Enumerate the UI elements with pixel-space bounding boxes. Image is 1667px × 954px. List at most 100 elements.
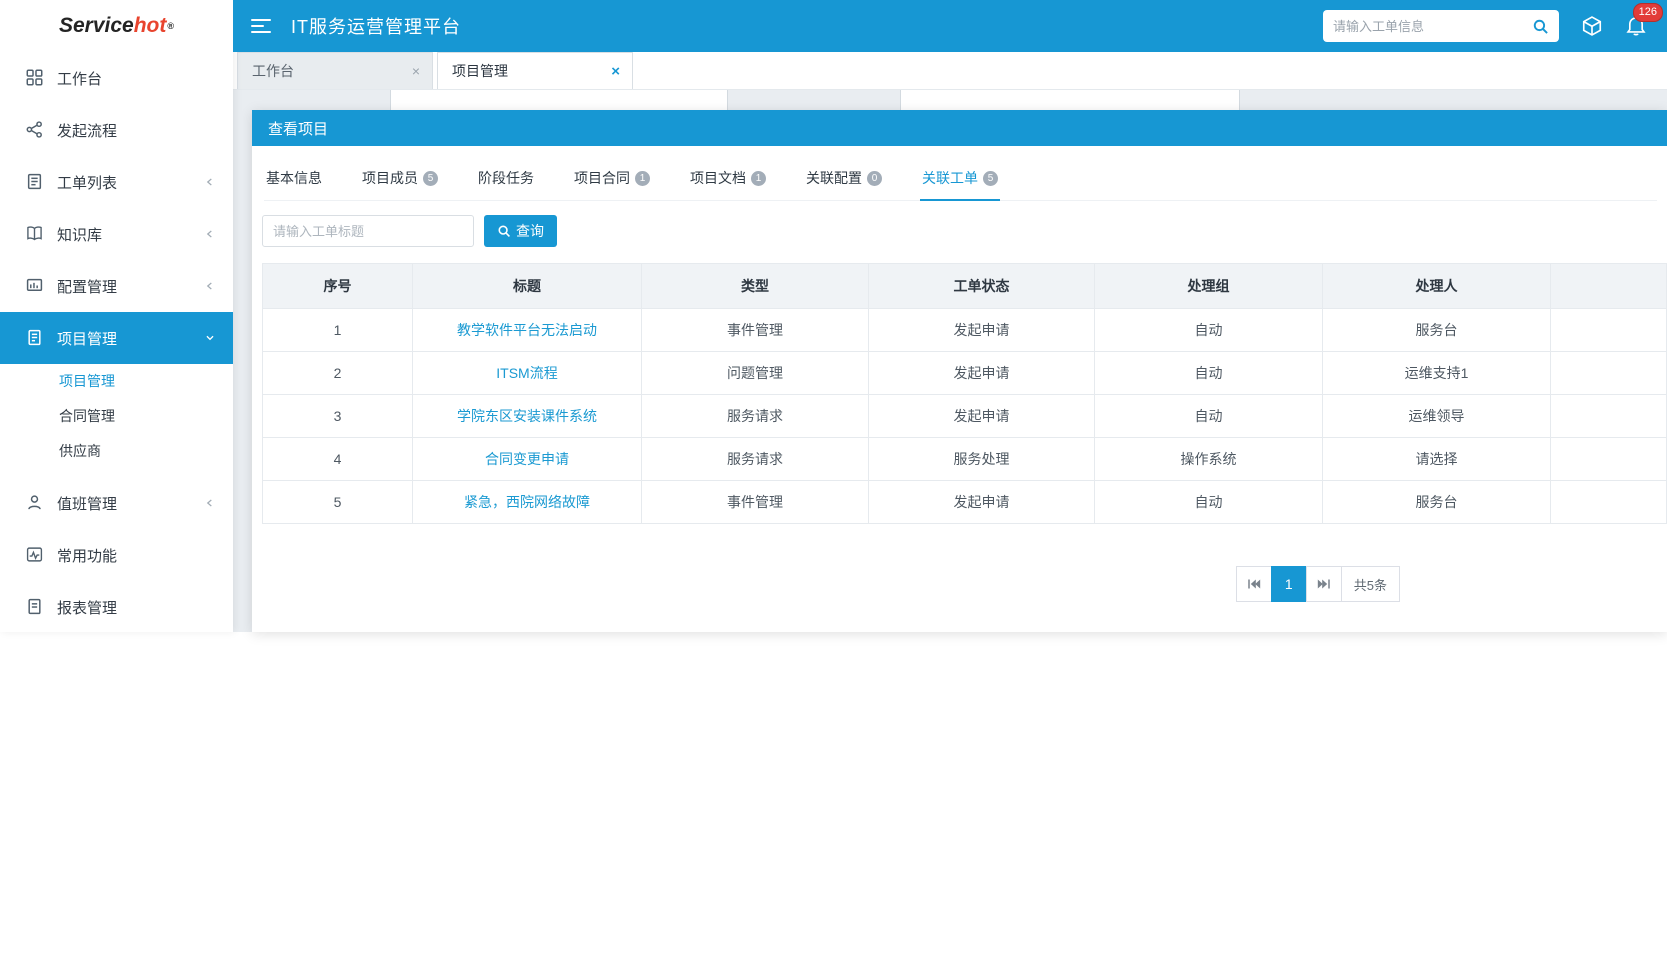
tab-related-tickets[interactable]: 关联工单 5	[920, 154, 1000, 201]
cell-cutoff	[1551, 309, 1667, 352]
brand-logo: Servicehot®	[0, 0, 233, 52]
query-button-label: 查询	[516, 221, 544, 241]
cell-cutoff	[1551, 438, 1667, 481]
cell-handler: 服务台	[1323, 309, 1551, 352]
sidebar-subitem-project-management[interactable]: 项目管理	[0, 364, 233, 399]
brand-reg: ®	[167, 21, 174, 31]
list-icon	[26, 173, 44, 191]
sidebar-item-label: 工作台	[57, 68, 102, 89]
count-badge: 0	[867, 171, 882, 186]
chevron-left-icon	[203, 175, 217, 189]
ticket-title-link[interactable]: ITSM流程	[413, 352, 642, 395]
header-search-input[interactable]	[1333, 19, 1532, 34]
cell-status: 发起申请	[869, 395, 1095, 438]
cell-handler: 请选择	[1323, 438, 1551, 481]
tab-workbench[interactable]: 工作台 ×	[237, 52, 433, 89]
sidebar-item-initiate-flow[interactable]: 发起流程	[0, 104, 233, 156]
close-icon[interactable]: ×	[611, 63, 620, 80]
column-header: 处理人	[1323, 264, 1551, 309]
pagination-total: 共5条	[1341, 566, 1400, 602]
header-actions: 126	[1323, 10, 1647, 42]
sidebar-item-config-management[interactable]: 配置管理	[0, 260, 233, 312]
page-number-1[interactable]: 1	[1271, 566, 1307, 602]
last-page-button[interactable]	[1306, 566, 1342, 602]
ticket-title-link[interactable]: 学院东区安装课件系统	[413, 395, 642, 438]
tab-project-contracts[interactable]: 项目合同 1	[572, 154, 652, 201]
column-header: 类型	[642, 264, 869, 309]
table-header-row: 序号 标题 类型 工单状态 处理组 处理人	[263, 264, 1667, 309]
cell-handler: 运维支持1	[1323, 352, 1551, 395]
pulse-icon	[26, 546, 44, 564]
user-icon	[26, 494, 44, 512]
book-icon	[26, 225, 44, 243]
brand-name-b: hot	[134, 14, 167, 38]
sidebar-item-label: 项目管理	[57, 328, 117, 349]
sidebar-item-ticket-list[interactable]: 工单列表	[0, 156, 233, 208]
sidebar-item-duty-management[interactable]: 值班管理	[0, 477, 233, 529]
sidebar-item-label: 发起流程	[57, 120, 117, 141]
sidebar-item-report-management[interactable]: 报表管理	[0, 581, 233, 633]
menu-toggle-icon[interactable]	[251, 18, 271, 34]
cell-status: 发起申请	[869, 352, 1095, 395]
cell-cutoff	[1551, 481, 1667, 524]
ticket-title-search-input[interactable]	[262, 215, 474, 247]
close-icon[interactable]: ×	[412, 63, 420, 79]
tab-bar: 工作台 × 项目管理 ×	[233, 52, 1667, 90]
app-window: IT服务运营管理平台 126	[0, 0, 1667, 954]
column-header: 序号	[263, 264, 413, 309]
column-header: 处理组	[1095, 264, 1323, 309]
cell-group: 自动	[1095, 481, 1323, 524]
cell-index: 2	[263, 352, 413, 395]
sidebar-item-project-management[interactable]: 项目管理	[0, 312, 233, 364]
tab-phase-tasks[interactable]: 阶段任务	[476, 154, 536, 201]
sidebar-item-label: 配置管理	[57, 276, 117, 297]
tab-project-documents[interactable]: 项目文档 1	[688, 154, 768, 201]
project-management-submenu: 项目管理 合同管理 供应商	[0, 364, 233, 477]
cell-handler: 运维领导	[1323, 395, 1551, 438]
tab-related-config[interactable]: 关联配置 0	[804, 154, 884, 201]
tab-project-members[interactable]: 项目成员 5	[360, 154, 440, 201]
sidebar-item-knowledge-base[interactable]: 知识库	[0, 208, 233, 260]
cell-status: 发起申请	[869, 309, 1095, 352]
cell-cutoff	[1551, 352, 1667, 395]
report-icon	[26, 598, 44, 616]
panel-tabs: 基本信息 项目成员 5 阶段任务 项目合同 1 项目文档 1	[264, 154, 1657, 201]
ticket-title-link[interactable]: 教学软件平台无法启动	[413, 309, 642, 352]
pagination: 1 共5条	[262, 566, 1400, 602]
table-row: 5 紧急，西院网络故障 事件管理 发起申请 自动 服务台	[263, 481, 1667, 524]
sidebar-item-label: 工单列表	[57, 172, 117, 193]
sidebar-item-label: 值班管理	[57, 493, 117, 514]
chart-icon	[26, 277, 44, 295]
related-tickets-table: 序号 标题 类型 工单状态 处理组 处理人 1 教学软件平台无法启动 事件管理	[262, 263, 1667, 524]
panel-tab-label: 关联配置	[806, 168, 862, 188]
app-cube-icon[interactable]	[1581, 15, 1603, 37]
cell-type: 服务请求	[642, 395, 869, 438]
ticket-search-row: 查询	[262, 215, 1667, 247]
panel-tab-label: 项目合同	[574, 168, 630, 188]
tab-label: 工作台	[252, 61, 294, 81]
sidebar-item-workbench[interactable]: 工作台	[0, 52, 233, 104]
tab-basic-info[interactable]: 基本信息	[264, 154, 324, 201]
project-icon	[26, 329, 44, 347]
panel-body: 基本信息 项目成员 5 阶段任务 项目合同 1 项目文档 1	[252, 154, 1667, 602]
sidebar-item-common-functions[interactable]: 常用功能	[0, 529, 233, 581]
query-button[interactable]: 查询	[484, 215, 557, 247]
chevron-left-icon	[203, 496, 217, 510]
sidebar-subitem-supplier[interactable]: 供应商	[0, 434, 233, 469]
search-icon[interactable]	[1532, 18, 1549, 35]
sidebar-item-label: 知识库	[57, 224, 102, 245]
table-row: 3 学院东区安装课件系统 服务请求 发起申请 自动 运维领导	[263, 395, 1667, 438]
column-header-cutoff	[1551, 264, 1667, 309]
tab-project-management[interactable]: 项目管理 ×	[437, 52, 633, 89]
sidebar-subitem-contract-management[interactable]: 合同管理	[0, 399, 233, 434]
notification-bell-icon[interactable]: 126	[1625, 15, 1647, 37]
ticket-title-link[interactable]: 合同变更申请	[413, 438, 642, 481]
cell-group: 自动	[1095, 352, 1323, 395]
cell-type: 事件管理	[642, 481, 869, 524]
ticket-title-link[interactable]: 紧急，西院网络故障	[413, 481, 642, 524]
sidebar-item-label: 常用功能	[57, 545, 117, 566]
cell-type: 问题管理	[642, 352, 869, 395]
cell-type: 事件管理	[642, 309, 869, 352]
first-page-button[interactable]	[1236, 566, 1272, 602]
column-header: 标题	[413, 264, 642, 309]
